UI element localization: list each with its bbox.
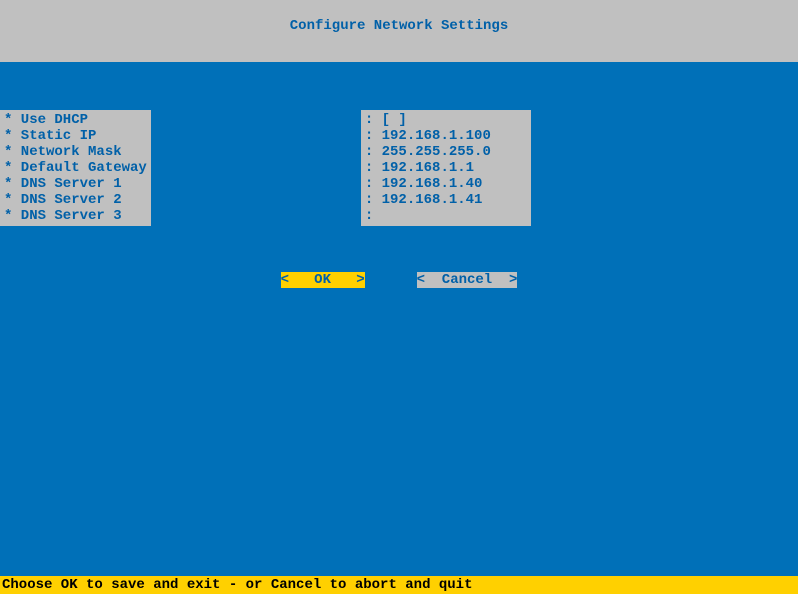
header-bar: Configure Network Settings bbox=[0, 0, 798, 62]
main-area: * Use DHCP * Static IP * Network Mask * … bbox=[0, 62, 798, 576]
label-dns-server-1: * DNS Server 1 bbox=[4, 176, 147, 192]
value-network-mask[interactable]: : 255.255.255.0 bbox=[365, 144, 527, 160]
button-row: < OK > < Cancel > bbox=[0, 272, 798, 288]
labels-column: * Use DHCP * Static IP * Network Mask * … bbox=[0, 110, 151, 226]
label-dns-server-2: * DNS Server 2 bbox=[4, 192, 147, 208]
value-dns-server-1[interactable]: : 192.168.1.40 bbox=[365, 176, 527, 192]
label-default-gateway: * Default Gateway bbox=[4, 160, 147, 176]
values-column: : [ ] : 192.168.1.100 : 255.255.255.0 : … bbox=[361, 110, 531, 226]
label-use-dhcp: * Use DHCP bbox=[4, 112, 147, 128]
value-use-dhcp[interactable]: : [ ] bbox=[365, 112, 527, 128]
form-container: * Use DHCP * Static IP * Network Mask * … bbox=[0, 110, 531, 226]
value-dns-server-2[interactable]: : 192.168.1.41 bbox=[365, 192, 527, 208]
label-dns-server-3: * DNS Server 3 bbox=[4, 208, 147, 224]
value-default-gateway[interactable]: : 192.168.1.1 bbox=[365, 160, 527, 176]
cancel-button[interactable]: < Cancel > bbox=[417, 272, 518, 288]
value-static-ip[interactable]: : 192.168.1.100 bbox=[365, 128, 527, 144]
page-title: Configure Network Settings bbox=[290, 18, 508, 34]
footer-hint: Choose OK to save and exit - or Cancel t… bbox=[0, 576, 798, 594]
label-static-ip: * Static IP bbox=[4, 128, 147, 144]
value-dns-server-3[interactable]: : bbox=[365, 208, 527, 224]
label-network-mask: * Network Mask bbox=[4, 144, 147, 160]
ok-button[interactable]: < OK > bbox=[281, 272, 365, 288]
